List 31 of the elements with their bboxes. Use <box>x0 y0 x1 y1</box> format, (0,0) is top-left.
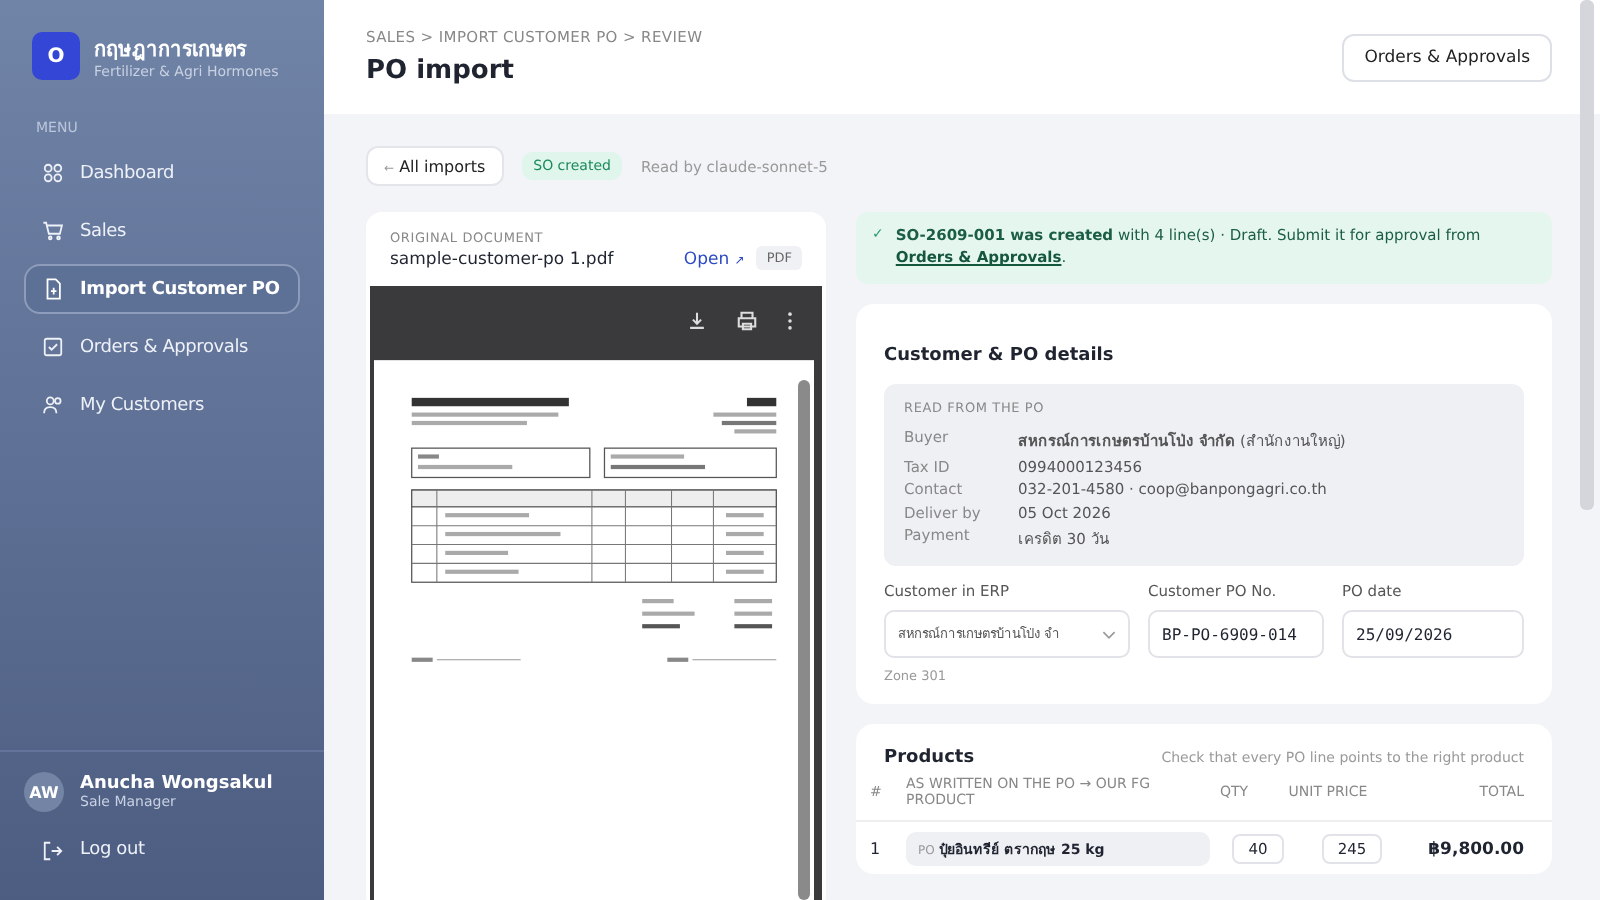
card-title: Products <box>884 748 975 768</box>
cart-icon <box>42 220 64 242</box>
nav-item[interactable]: My Customers <box>24 380 300 430</box>
logout-icon <box>42 839 64 861</box>
card-title: Customer & PO details <box>884 345 1114 365</box>
table-cell-text: 1 <box>870 840 883 858</box>
orders-approvals-button[interactable]: Orders & Approvals <box>1342 33 1552 81</box>
nav-item[interactable]: Import Customer PO <box>24 264 300 314</box>
download-icon[interactable] <box>686 309 708 331</box>
grid-icon <box>42 162 64 184</box>
checkbox-icon <box>42 336 64 358</box>
logo-badge: O <box>32 32 80 80</box>
nav-item[interactable]: Sales <box>24 206 300 256</box>
logout-link[interactable]: Log out <box>24 828 300 872</box>
file-name: sample-customer-po 1.pdf <box>390 250 616 270</box>
print-icon[interactable] <box>736 309 758 331</box>
chevron-down-icon <box>1102 629 1116 639</box>
table-cell-text: ฿9,800.00 <box>1426 839 1524 859</box>
nav-item[interactable]: Dashboard <box>24 148 300 198</box>
users-icon <box>42 394 64 416</box>
brand-name: กฤษฎาการเกษตร <box>94 37 249 63</box>
input-field[interactable]: 25/09/2026 <box>1342 610 1524 658</box>
user-name: Anucha Wongsakul <box>80 774 273 794</box>
scrollbar[interactable] <box>798 380 810 900</box>
more-icon[interactable] <box>786 309 794 331</box>
document-icon <box>42 278 64 300</box>
input-field[interactable]: BP-PO-6909-014 <box>1148 610 1324 658</box>
nav-item[interactable]: Orders & Approvals <box>24 322 300 372</box>
page-title: PO import <box>366 56 516 86</box>
avatar: AW <box>24 772 64 812</box>
page-scrollbar[interactable] <box>1580 0 1594 510</box>
